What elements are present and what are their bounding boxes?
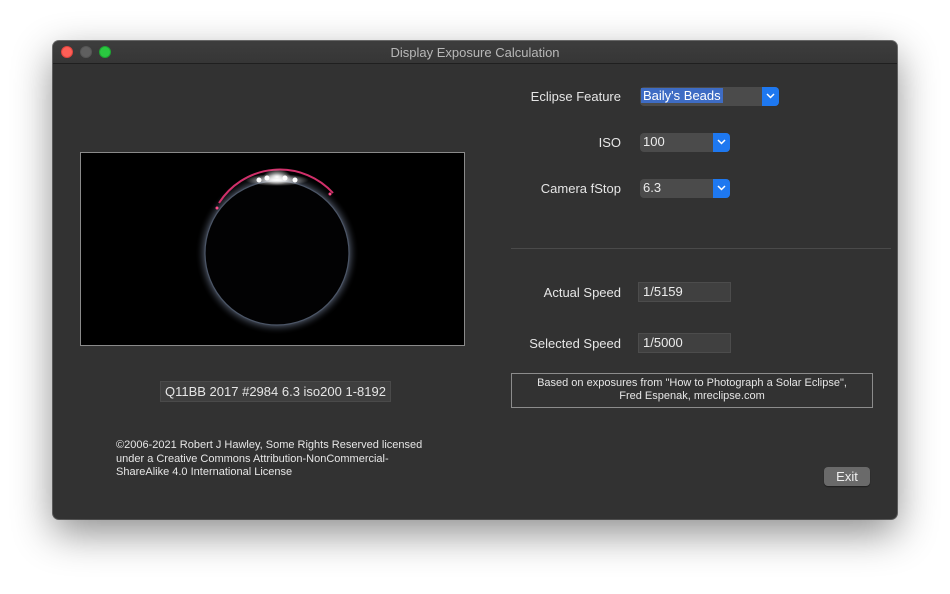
source-note-line: Fred Espenak, mreclipse.com [619, 390, 765, 402]
selected-speed-label: Selected Speed [529, 336, 621, 351]
source-note-line: Based on exposures from "How to Photogra… [537, 377, 847, 389]
fstop-label: Camera fStop [540, 181, 621, 196]
exit-button[interactable]: Exit [824, 467, 870, 486]
chevron-down-icon[interactable] [762, 87, 779, 106]
license-line: ShareAlike 4.0 International License [116, 466, 293, 478]
iso-value: 100 [643, 134, 665, 149]
iso-select[interactable]: 100 [640, 133, 730, 152]
source-note: Based on exposures from "How to Photogra… [511, 373, 873, 408]
fstop-value: 6.3 [643, 180, 662, 195]
chevron-down-icon[interactable] [713, 133, 730, 152]
eclipse-feature-value: Baily's Beads [641, 88, 723, 103]
separator [511, 248, 891, 249]
eclipse-feature-select[interactable]: Baily's Beads [640, 87, 779, 106]
eclipse-photo [80, 152, 465, 346]
actual-speed-field[interactable]: 1/5159 [638, 282, 731, 302]
license-line: under a Creative Commons Attribution-Non… [116, 452, 389, 465]
eclipse-feature-label: Eclipse Feature [530, 89, 621, 104]
fstop-select[interactable]: 6.3 [640, 179, 730, 198]
chevron-down-icon[interactable] [713, 179, 730, 198]
eclipse-image [81, 153, 464, 345]
exposure-window: Display Exposure Calculation Q11BB 2017 … [53, 41, 897, 519]
iso-label: ISO [598, 135, 621, 150]
window-title: Display Exposure Calculation [390, 45, 560, 60]
license-line: ©2006-2021 Robert J Hawley, Some Rights … [116, 439, 423, 451]
title-bar[interactable]: Display Exposure Calculation [53, 41, 897, 64]
actual-speed-label: Actual Speed [543, 285, 621, 300]
image-caption: Q11BB 2017 #2984 6.3 iso200 1-8192 [160, 381, 391, 402]
selected-speed-field[interactable]: 1/5000 [638, 333, 731, 353]
license-text: ©2006-2021 Robert J Hawley, Some Rights … [116, 439, 446, 480]
